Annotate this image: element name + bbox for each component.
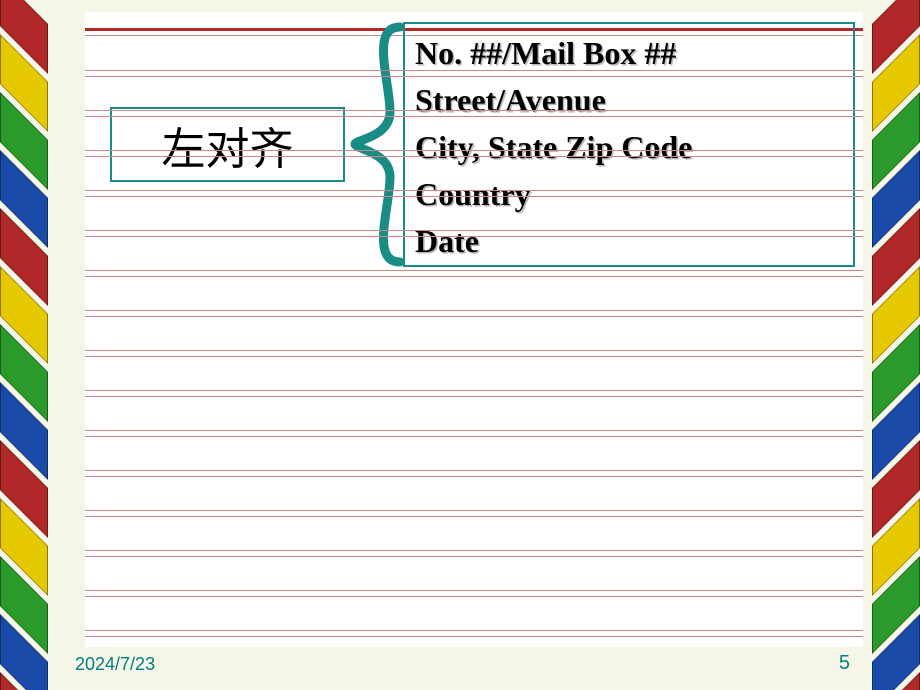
rule-line	[85, 350, 863, 351]
rule-line	[85, 510, 863, 511]
rule-line	[85, 316, 863, 317]
decorative-border-left	[0, 0, 48, 690]
rule-line	[85, 636, 863, 637]
rule-line	[85, 310, 863, 311]
rule-line	[85, 390, 863, 391]
footer-page-number: 5	[839, 652, 850, 675]
rule-line	[85, 230, 863, 231]
alignment-label: 左对齐	[162, 113, 294, 177]
rule-line	[85, 630, 863, 631]
decorative-border-right	[872, 0, 920, 690]
rule-line	[85, 70, 863, 71]
rule-line	[85, 76, 863, 77]
rule-line	[85, 430, 863, 431]
rule-line	[85, 190, 863, 191]
rule-line	[85, 196, 863, 197]
rule-line	[85, 590, 863, 591]
rule-line	[85, 556, 863, 557]
rule-line	[85, 110, 863, 111]
rule-line	[85, 270, 863, 271]
rule-line	[85, 150, 863, 151]
rule-line	[85, 596, 863, 597]
rule-line	[85, 470, 863, 471]
rule-line	[85, 276, 863, 277]
rule-line	[85, 156, 863, 157]
address-line: Date	[415, 218, 843, 265]
address-line: Country	[415, 171, 843, 218]
rule-line	[85, 516, 863, 517]
rule-line	[85, 396, 863, 397]
footer-date: 2024/7/23	[75, 654, 155, 675]
alignment-label-box: 左对齐	[110, 107, 345, 182]
rule-line	[85, 116, 863, 117]
address-line: City, State Zip Code	[415, 124, 843, 171]
rule-line	[85, 436, 863, 437]
rule-line	[85, 476, 863, 477]
rule-line	[85, 356, 863, 357]
notepad-area: 左对齐 No. ##/Mail Box ## Street/Avenue Cit…	[85, 12, 863, 647]
rule-line	[85, 236, 863, 237]
rule-line	[85, 550, 863, 551]
